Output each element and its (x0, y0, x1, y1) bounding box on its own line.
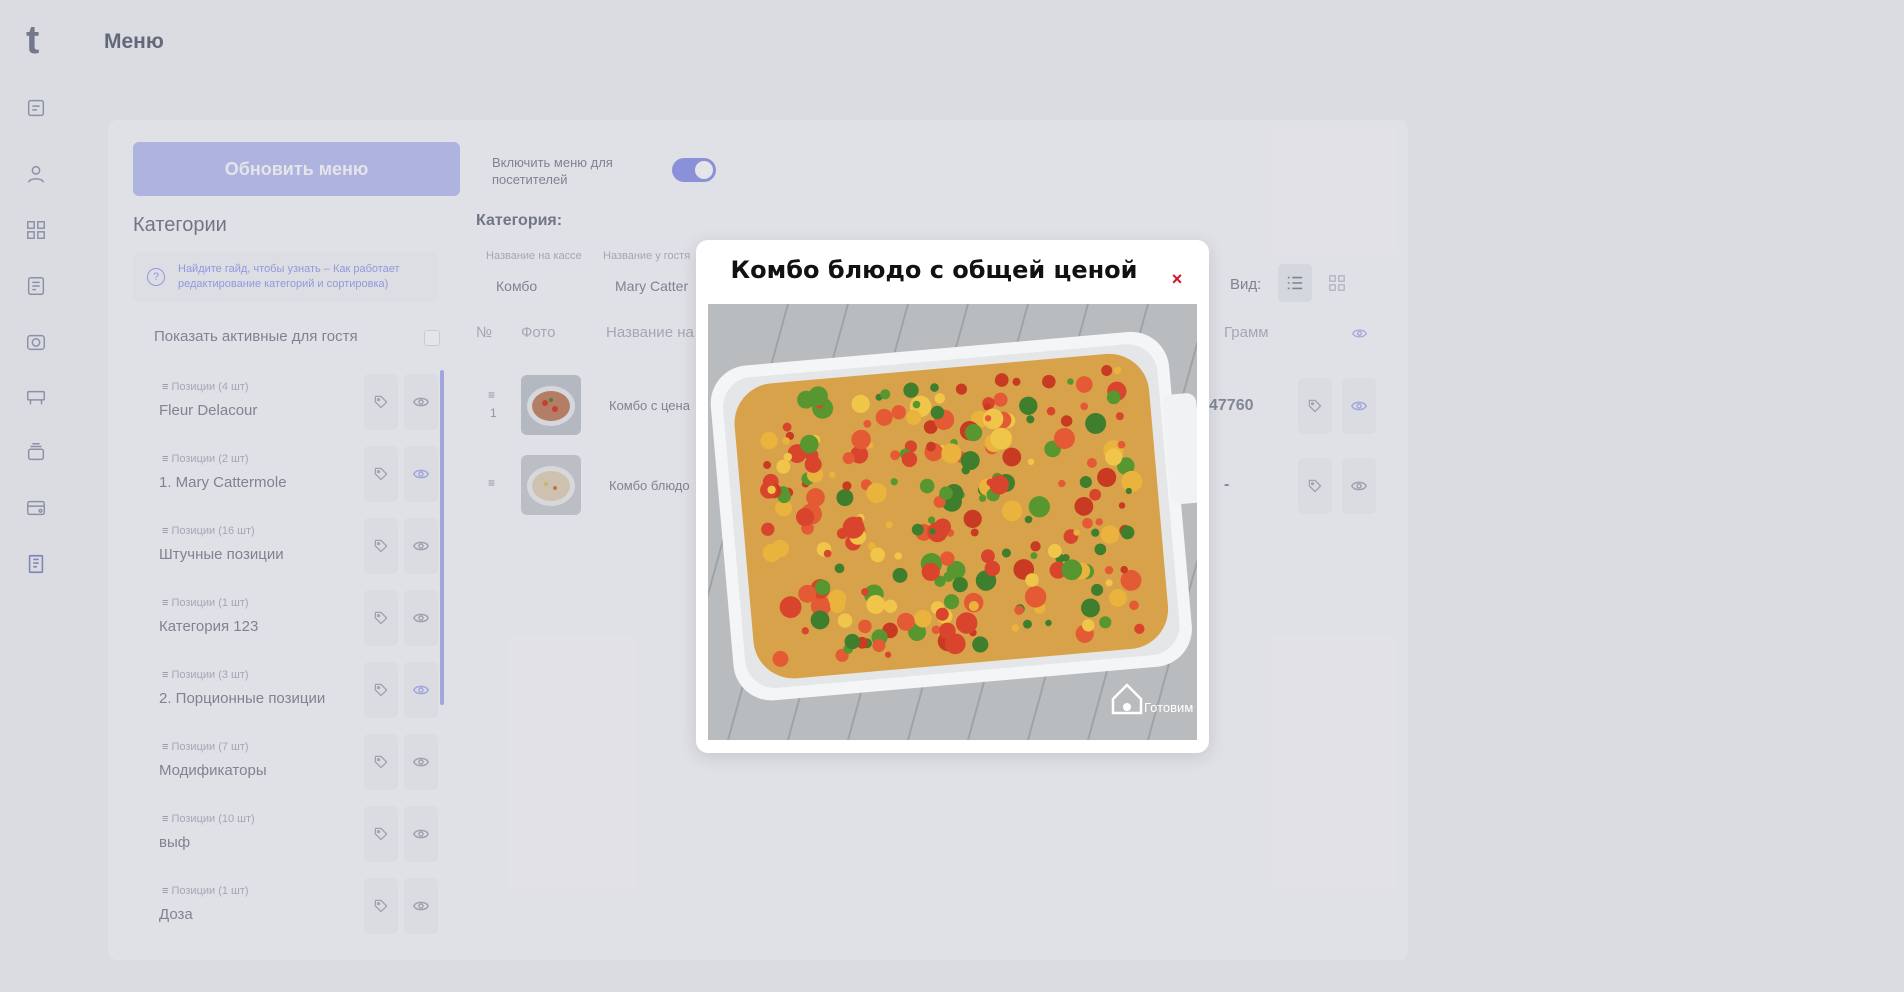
modal-title: Комбо блюдо с общей ценой (730, 256, 1138, 284)
close-icon[interactable]: × (1165, 267, 1189, 291)
dish-photo: Готовим дома (708, 304, 1197, 740)
watermark-text: Готовим дома (1144, 700, 1197, 715)
photo-modal: Комбо блюдо с общей ценой × Готовим дома (696, 240, 1209, 753)
